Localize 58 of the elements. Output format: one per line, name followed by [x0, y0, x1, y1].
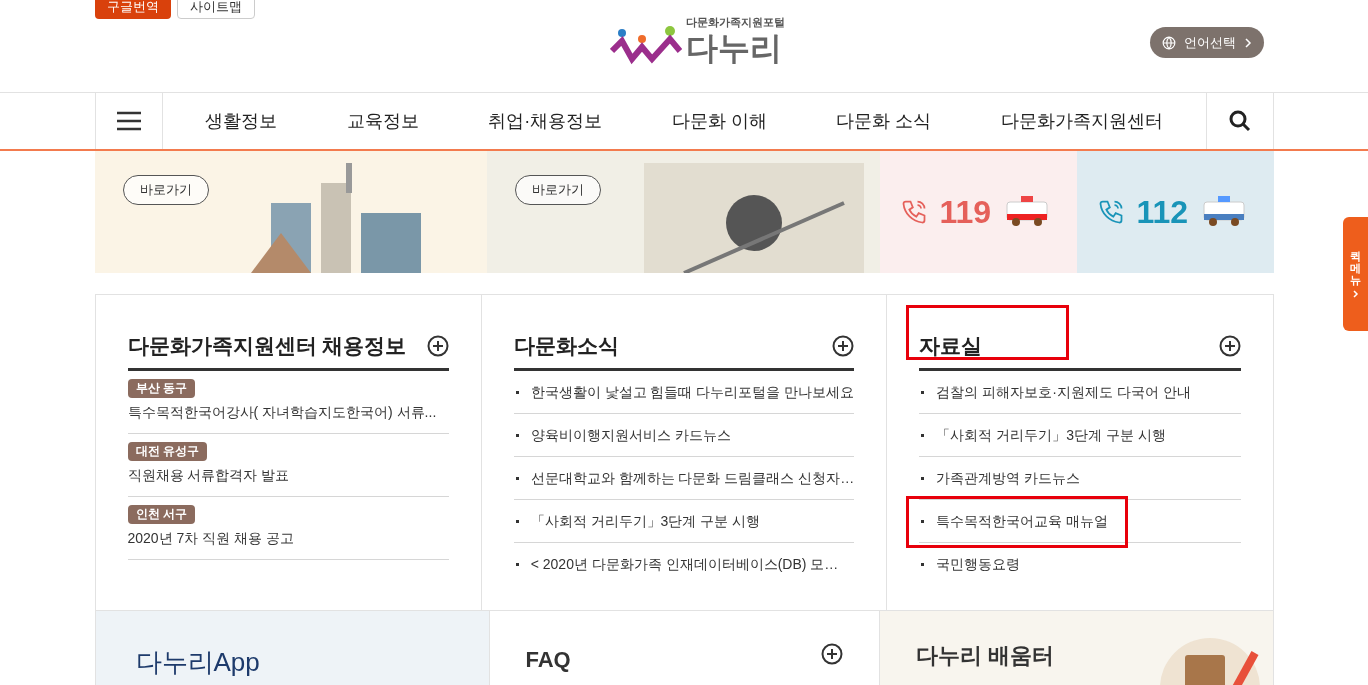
bullet-icon [921, 563, 925, 566]
news-link[interactable]: < 2020년 다문화가족 인재데이터베이스(DB) 모… [530, 554, 839, 575]
globe-icon [1161, 35, 1176, 50]
panel-title: 자료실 [919, 332, 983, 359]
panel-title: FAQ [525, 646, 571, 674]
news-link[interactable]: 특수목적한국어교육 매뉴얼 [936, 510, 1109, 532]
app-title: 다누리App [135, 647, 260, 677]
translate-button[interactable]: 구글번역 [94, 0, 171, 19]
job-link[interactable]: 2020년 7차 직원 채용 공고 [127, 528, 294, 549]
logo-tagline: 다문화가족지원포털 [685, 15, 785, 30]
news-link[interactable]: 선문대학교와 함께하는 다문화 드림클래스 신청자… [530, 467, 855, 489]
nav-link[interactable]: 취업·채용정보 [488, 107, 603, 135]
news-link[interactable]: 국민행동요령 [936, 554, 1021, 575]
bullet-icon [921, 519, 925, 523]
nav-link[interactable]: 다문화가족지원센터 [1000, 107, 1163, 135]
shortcut-button[interactable]: 바로가기 [122, 175, 209, 205]
bullet-icon [515, 519, 519, 523]
panel-title: 다누리 배움터 [915, 643, 1054, 668]
news-link[interactable]: 양육비이행지원서비스 카드뉴스 [530, 424, 731, 446]
nav-link[interactable]: 다문화 소식 [836, 107, 932, 135]
search-icon [1227, 109, 1252, 133]
app-promo-panel[interactable]: 다누리App [95, 611, 490, 685]
news-link[interactable]: 가족관계방역 카드뉴스 [936, 467, 1081, 489]
news-link[interactable]: 한국생활이 낯설고 힘들때 다누리포털을 만나보세요 [530, 381, 855, 403]
region-tag: 인천 서구 [127, 505, 195, 524]
logo-text: 다누리 [685, 30, 782, 65]
plus-circle-icon[interactable] [832, 334, 855, 357]
bullet-icon [921, 433, 925, 437]
language-button[interactable]: 언어선택 [1149, 27, 1264, 58]
bullet-icon [515, 563, 519, 566]
news-link[interactable]: 「사회적 거리두기」3단계 구분 시행 [530, 510, 761, 532]
logo-icon [609, 24, 682, 65]
news-link[interactable]: 「사회적 거리두기」3단계 구분 시행 [936, 424, 1166, 446]
plus-circle-icon[interactable] [820, 643, 843, 665]
bullet-icon [921, 390, 925, 394]
region-tag: 대전 유성구 [127, 442, 207, 461]
news-link[interactable]: 검찰의 피해자보호·지원제도 다국어 안내 [936, 381, 1191, 403]
panel-title: 다문화소식 [513, 332, 619, 359]
emergency-number: 119 [939, 193, 992, 232]
emergency-number: 112 [1136, 193, 1189, 232]
chevron-right-icon [1352, 290, 1359, 299]
nav-link[interactable]: 교육정보 [346, 107, 419, 135]
plus-circle-icon[interactable] [1218, 334, 1241, 357]
shortcut-button[interactable]: 바로가기 [515, 175, 601, 205]
sitemap-button[interactable]: 사이트맵 [176, 0, 255, 19]
bullet-icon [515, 390, 519, 394]
nav-link[interactable]: 다문화 이해 [671, 107, 767, 135]
region-tag: 부산 동구 [127, 379, 195, 398]
bullet-icon [921, 476, 925, 480]
bullet-icon [515, 433, 519, 437]
job-link[interactable]: 직원채용 서류합격자 발표 [127, 465, 290, 486]
chevron-right-icon [1243, 37, 1252, 48]
bullet-icon [515, 476, 519, 480]
menu-icon [116, 111, 141, 131]
nav-link[interactable]: 생활정보 [205, 107, 278, 135]
plus-circle-icon[interactable] [426, 334, 449, 357]
panel-title: 다문화가족지원센터 채용정보 [127, 332, 407, 359]
job-link[interactable]: 특수목적한국어강사( 자녀학습지도한국어) 서류... [127, 402, 437, 423]
